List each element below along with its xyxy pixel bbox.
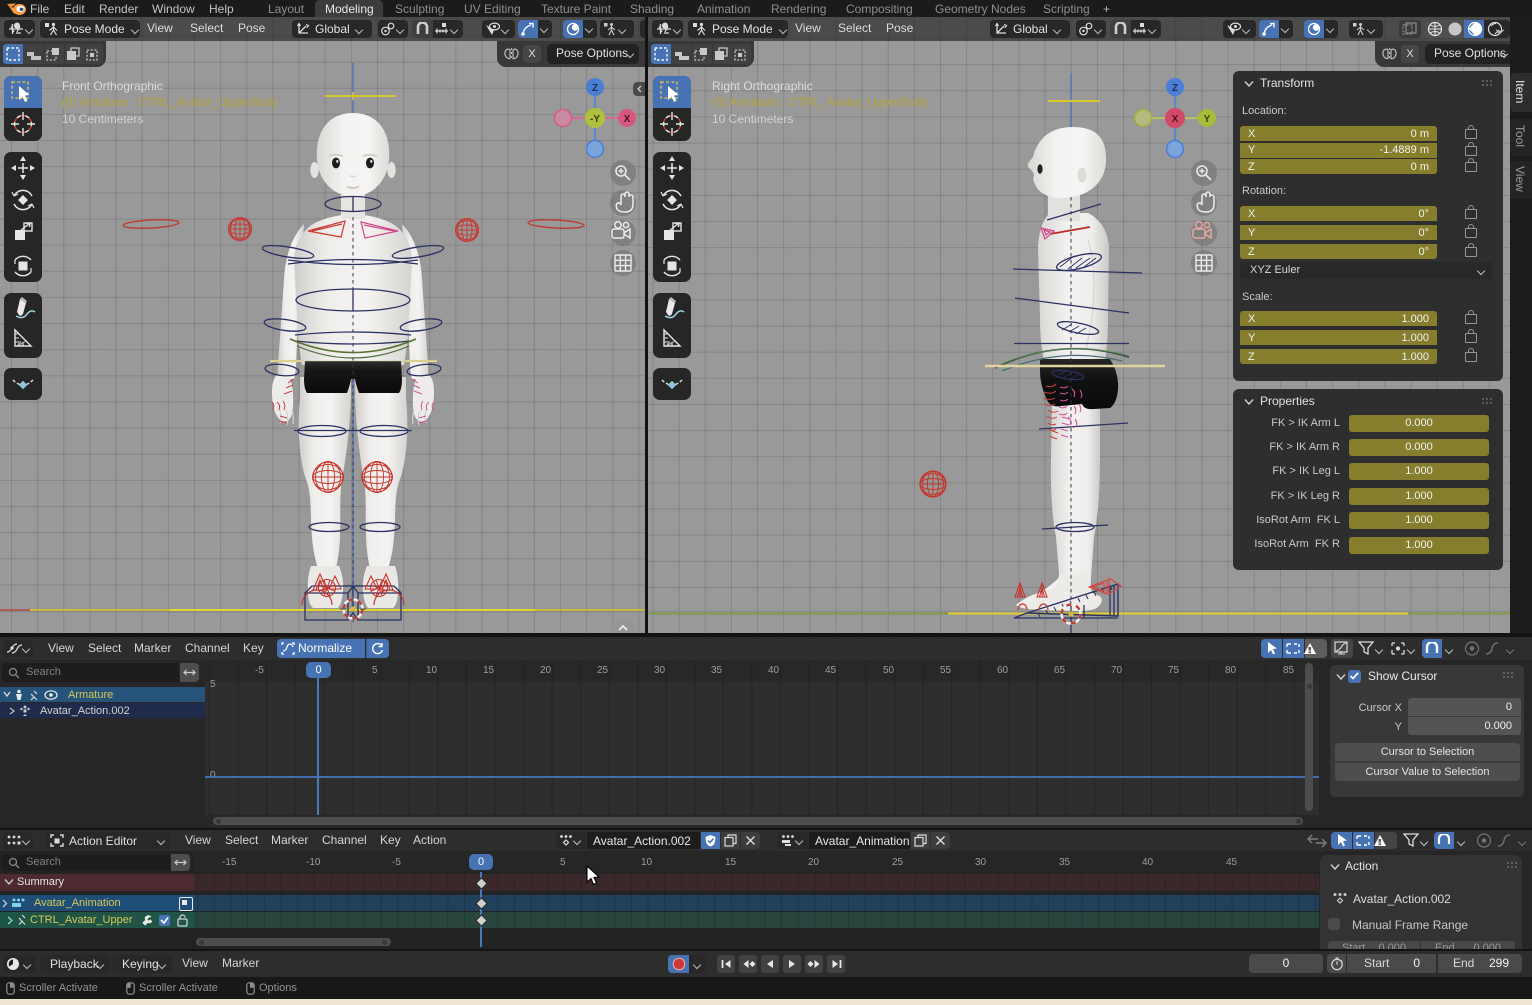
svg-text:Y: Y <box>1204 114 1211 125</box>
svg-text:-Y: -Y <box>590 114 600 125</box>
svg-text:X: X <box>624 114 631 125</box>
svg-text:Z: Z <box>1172 83 1178 94</box>
svg-text:Z: Z <box>592 83 598 94</box>
svg-text:X: X <box>1172 114 1179 125</box>
